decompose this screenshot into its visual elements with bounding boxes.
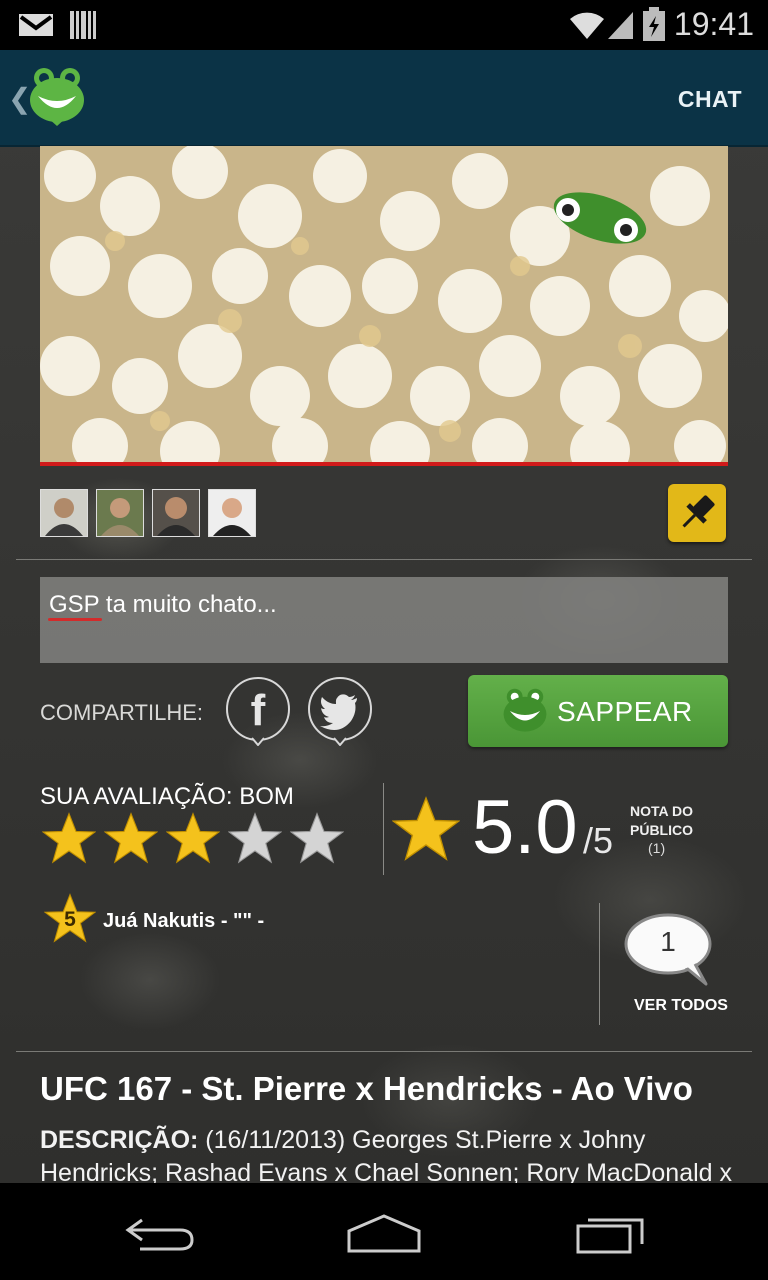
section-divider: [16, 559, 752, 560]
viewer-avatar[interactable]: [96, 489, 144, 537]
sappear-label: SAPPEAR: [557, 696, 693, 727]
avatar-image: [41, 490, 87, 536]
twitter-share-button[interactable]: [307, 676, 373, 746]
avatar-image: [209, 490, 255, 536]
popcorn-illustration: [40, 146, 728, 462]
public-score: 5.0: [472, 785, 578, 870]
share-label: COMPARTILHE:: [40, 700, 203, 725]
avatar-image: [153, 490, 199, 536]
user-rating-label: SUA AVALIAÇÃO: BOM: [40, 783, 294, 810]
popcorn-photo[interactable]: [40, 146, 728, 462]
star-filled-icon[interactable]: [104, 812, 158, 866]
wifi-icon: [570, 12, 604, 39]
see-all-link[interactable]: VER TODOS: [634, 997, 728, 1015]
recent-apps-icon[interactable]: [574, 1216, 646, 1254]
comment-count: 1: [660, 926, 676, 957]
signal-icon: [608, 12, 633, 39]
viewer-avatar[interactable]: [208, 489, 256, 537]
review-star-value: 5: [64, 908, 76, 931]
battery-charging-icon: [643, 7, 665, 41]
navigation-bar: [0, 1183, 768, 1280]
twitter-icon: [320, 694, 357, 730]
pin-button[interactable]: [668, 484, 726, 542]
star-empty-icon[interactable]: [290, 812, 344, 866]
public-rating-star-icon: [392, 796, 460, 861]
action-bar: ❮ CHAT: [0, 50, 768, 147]
gmail-icon: [19, 14, 53, 36]
facebook-share-button[interactable]: f: [225, 676, 291, 746]
frog-logo-icon: [503, 688, 547, 732]
avatar-image: [97, 490, 143, 536]
status-bar: 19:41: [0, 0, 768, 50]
spellcheck-underline: [48, 618, 102, 621]
event-title: UFC 167 - St. Pierre x Hendricks - Ao Vi…: [40, 1070, 693, 1107]
viewer-avatar[interactable]: [40, 489, 88, 537]
star-filled-icon[interactable]: [166, 812, 220, 866]
rating-divider: [383, 783, 384, 875]
review-divider: [599, 903, 600, 1025]
description-label: DESCRIÇÃO:: [40, 1126, 199, 1154]
public-score-max: /5: [583, 820, 614, 861]
message-input[interactable]: GSP ta muito chato...: [40, 577, 728, 663]
viewer-avatar[interactable]: [152, 489, 200, 537]
sappear-button[interactable]: SAPPEAR: [468, 675, 728, 747]
message-text: GSP ta muito chato...: [49, 591, 277, 618]
clock: 19:41: [673, 6, 754, 42]
star-empty-icon[interactable]: [228, 812, 282, 866]
review-author[interactable]: Juá Nakutis - "" -: [103, 910, 264, 933]
back-icon[interactable]: [124, 1216, 196, 1252]
chat-button[interactable]: CHAT: [678, 86, 742, 113]
star-filled-icon[interactable]: [42, 812, 96, 866]
barcode-icon: [70, 11, 96, 39]
section-divider: [16, 1051, 752, 1052]
public-rating-count: (1): [648, 840, 666, 856]
frog-logo-icon[interactable]: [28, 66, 86, 126]
public-rating-label: NOTA DO PÚBLICO: [630, 803, 693, 838]
pin-icon: [682, 495, 715, 528]
facebook-icon: f: [251, 686, 266, 735]
home-icon[interactable]: [346, 1213, 422, 1253]
progress-bar: [40, 462, 728, 466]
